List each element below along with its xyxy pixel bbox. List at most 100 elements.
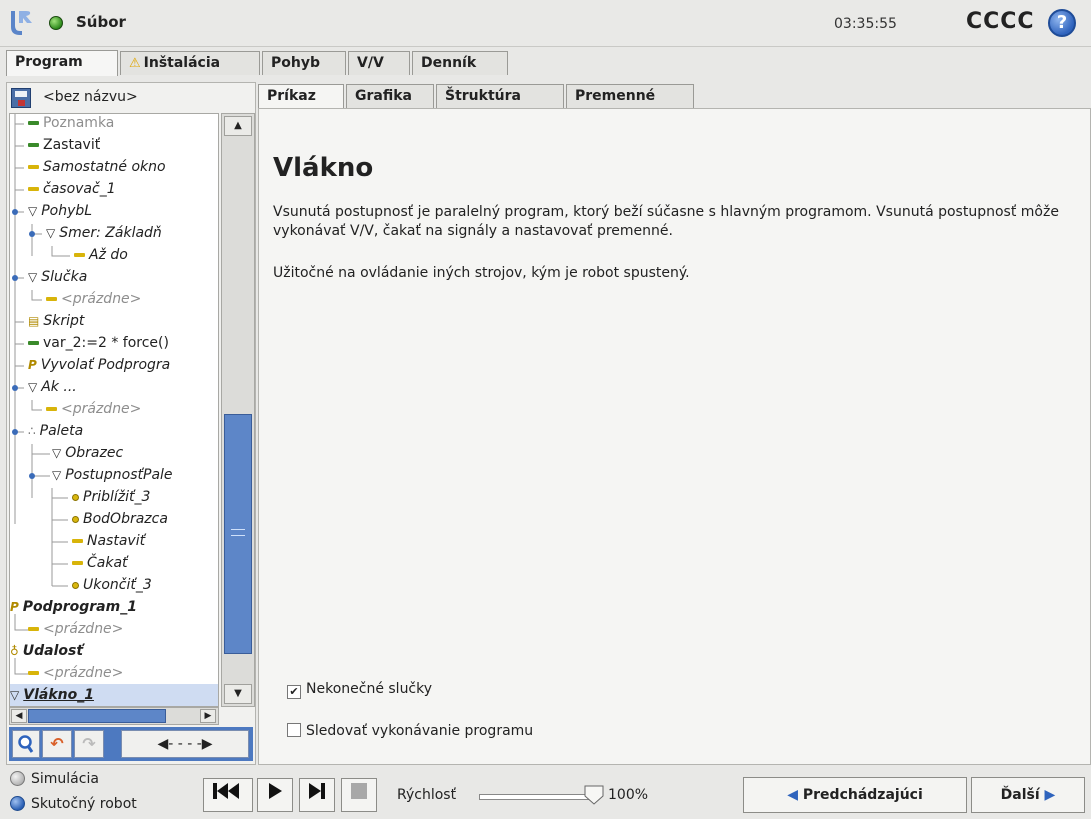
tab-program[interactable]: Program <box>6 50 118 76</box>
mode-simulation-radio[interactable]: Simulácia <box>10 771 99 787</box>
tree-item-label: Obrazec <box>65 445 124 461</box>
file-menu[interactable]: Súbor <box>76 13 126 31</box>
checkbox-checked-icon: ✔ <box>287 685 301 699</box>
tree-item-popup[interactable]: Samostatné okno <box>28 156 166 178</box>
command-icon <box>28 627 39 631</box>
speed-slider-track[interactable] <box>479 794 597 800</box>
tab-graphics[interactable]: Grafika <box>346 84 434 109</box>
tree-item-label: PohybL <box>41 203 93 219</box>
tree-item-timer[interactable]: časovač_1 <box>28 178 116 200</box>
description-hint: Užitočné na ovládanie iných strojov, kým… <box>273 265 690 281</box>
move-node-arrows-icon[interactable]: ◀- - - -▶ <box>121 730 249 758</box>
tab-label: Program <box>15 54 83 70</box>
tab-command[interactable]: Príkaz <box>258 84 344 110</box>
command-icon <box>28 187 39 191</box>
step-button[interactable] <box>299 778 335 812</box>
triangle-icon: ▽ <box>10 688 20 702</box>
tree-item-assignment[interactable]: var_2:=2 * force() <box>28 332 169 354</box>
track-execution-checkbox[interactable]: Sledovať vykonávanie programu <box>287 723 533 739</box>
undo-icon[interactable]: ↶ <box>42 730 72 758</box>
previous-button[interactable]: ◀ Predchádzajúci <box>743 777 967 813</box>
tree-item-pattern[interactable]: ▽ Obrazec <box>52 442 123 464</box>
tree-item-set[interactable]: Nastaviť <box>72 530 145 552</box>
speed-value: 100% <box>608 787 649 803</box>
tree-item-call-subprogram[interactable]: P Vyvolať Podprogra <box>28 354 170 376</box>
step-icon <box>309 783 325 799</box>
scroll-right-button[interactable]: ▶ <box>200 709 216 723</box>
radio-off-icon <box>10 771 25 786</box>
script-icon: ▤ <box>28 314 40 328</box>
tree-item-label: Čakať <box>87 555 128 571</box>
tab-label: Premenné <box>575 88 656 104</box>
program-tree[interactable]: Poznamka Zastaviť Samostatné okno časova… <box>9 113 219 707</box>
tree-item-label: BodObrazca <box>83 511 168 527</box>
speed-slider-handle[interactable] <box>583 784 605 806</box>
scroll-thumb[interactable] <box>28 709 166 723</box>
tree-item-event[interactable]: ♁ Udalosť <box>10 640 83 662</box>
tree-item-direction[interactable]: ▽ Smer: Základň <box>46 222 162 244</box>
tree-item-label: časovač_1 <box>43 181 116 197</box>
tree-item-script[interactable]: ▤ Skript <box>28 310 84 332</box>
tab-label: V/V <box>357 55 384 71</box>
scroll-thumb[interactable] <box>224 414 252 654</box>
event-icon: ♁ <box>10 644 19 658</box>
tab-label: Pohyb <box>271 55 320 71</box>
tree-item-exit[interactable]: Ukončiť_3 <box>72 574 152 596</box>
tree-item-label: <prázdne> <box>43 621 124 637</box>
tree-item-thread-selected[interactable]: ▽ Vlákno_1 <box>10 684 218 706</box>
program-header: <bez názvu> <box>7 83 255 113</box>
mode-real-robot-radio[interactable]: Skutočný robot <box>10 796 137 812</box>
tree-item-wait[interactable]: Čakať <box>72 552 128 574</box>
infinite-loop-checkbox[interactable]: ✔ Nekonečné slučky <box>287 681 432 699</box>
waypoint-icon <box>72 493 79 501</box>
tree-item-empty[interactable]: <prázdne> <box>28 662 123 684</box>
tree-item-movel[interactable]: ▽ PohybL <box>28 200 92 222</box>
stop-button[interactable] <box>341 778 377 812</box>
command-icon <box>72 539 83 543</box>
scroll-down-button[interactable]: ▼ <box>224 684 252 704</box>
tree-item-subprogram[interactable]: P Podprogram_1 <box>10 596 137 618</box>
tree-item-note[interactable]: Poznamka <box>28 114 114 134</box>
tree-item-label: PostupnosťPale <box>65 467 173 483</box>
command-icon <box>28 143 39 147</box>
command-icon <box>72 561 83 565</box>
robot-name: CCCC <box>966 9 1035 34</box>
tab-io[interactable]: V/V <box>348 51 410 75</box>
tree-item-pallet[interactable]: ∴ Paleta <box>28 420 83 442</box>
scroll-left-button[interactable]: ◀ <box>11 709 27 723</box>
checkbox-label: Nekonečné slučky <box>306 681 433 697</box>
tree-item-approach[interactable]: Priblížiť_3 <box>72 486 150 508</box>
next-button[interactable]: Ďalší ▶ <box>971 777 1085 813</box>
scroll-up-button[interactable]: ▲ <box>224 116 252 136</box>
tree-horizontal-scrollbar[interactable]: ◀ ▶ <box>9 707 219 725</box>
redo-icon[interactable]: ↷ <box>74 730 104 758</box>
tree-item-empty[interactable]: <prázdne> <box>28 618 123 640</box>
tree-item-loop[interactable]: ▽ Slučka <box>28 266 87 288</box>
stop-icon <box>351 783 367 799</box>
tab-installation[interactable]: ⚠ Inštalácia <box>120 51 260 75</box>
tab-variables[interactable]: Premenné <box>566 84 694 109</box>
tree-item-pallet-sequence[interactable]: ▽ PostupnosťPale <box>52 464 173 486</box>
waypoint-icon <box>72 515 79 523</box>
tree-item-if[interactable]: ▽ Ak ... <box>28 376 77 398</box>
main-tabs: Program ⚠ Inštalácia Pohyb V/V Denník <box>0 47 1091 76</box>
tree-item-pattern-point[interactable]: BodObrazca <box>72 508 168 530</box>
command-icon <box>28 341 39 345</box>
tree-vertical-scrollbar[interactable]: ▲ ▼ <box>221 113 255 707</box>
tab-move[interactable]: Pohyb <box>262 51 346 75</box>
play-button[interactable] <box>257 778 293 812</box>
tree-item-empty[interactable]: <prázdne> <box>46 288 141 310</box>
save-icon[interactable] <box>11 88 31 108</box>
tree-item-empty[interactable]: <prázdne> <box>46 398 141 420</box>
tree-item-label: Nastaviť <box>87 533 146 549</box>
tree-item-stop[interactable]: Zastaviť <box>28 134 100 156</box>
tree-item-until[interactable]: Až do <box>74 244 128 266</box>
program-tree-panel: <bez názvu> Poznamka Zastaviť Samostatné… <box>6 82 256 765</box>
tab-log[interactable]: Denník <box>412 51 508 75</box>
tab-structure[interactable]: Štruktúra <box>436 84 564 109</box>
help-icon[interactable]: ? <box>1048 9 1076 37</box>
command-panel: Vlákno Vsunutá postupnosť je paralelný p… <box>258 108 1091 765</box>
search-icon[interactable] <box>12 730 40 758</box>
skip-back-button[interactable] <box>203 778 253 812</box>
arrow-left-icon: ◀ <box>787 787 799 803</box>
